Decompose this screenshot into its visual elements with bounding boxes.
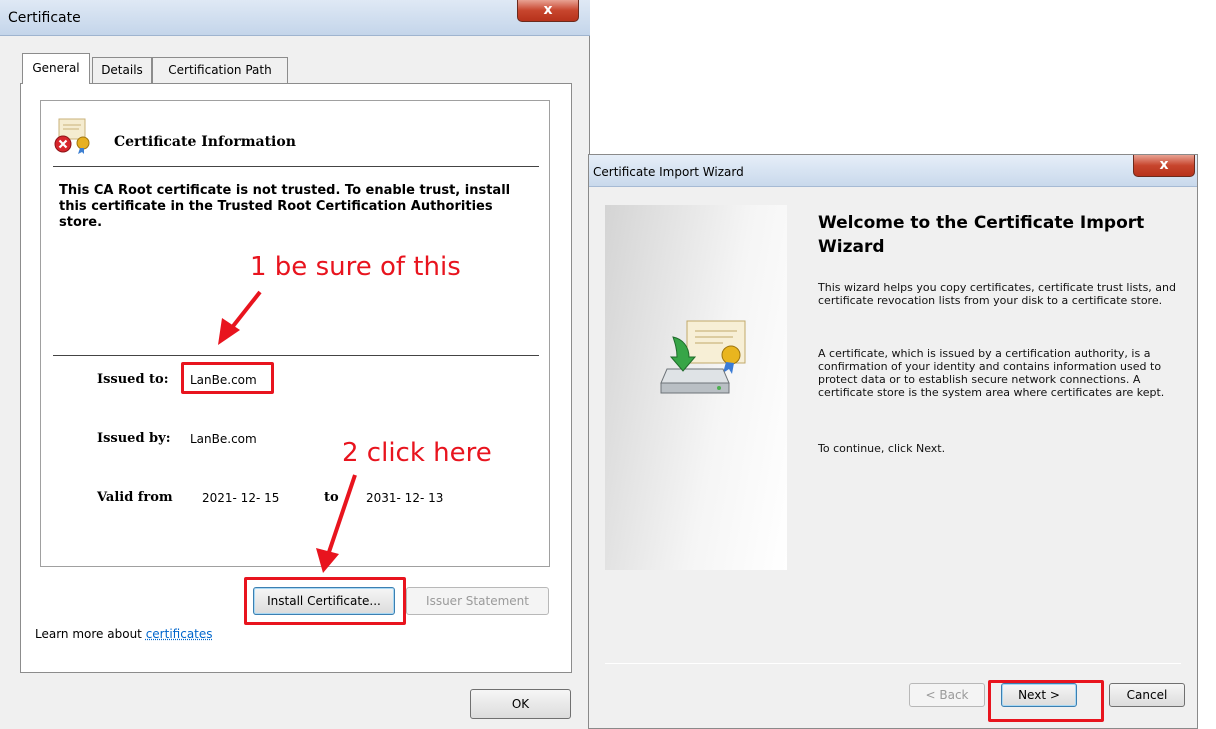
certificate-info-box: Certificate Information This CA Root cer… <box>40 100 550 567</box>
wizard-title: Certificate Import Wizard <box>593 165 744 179</box>
wizard-heading: Welcome to the Certificate Import Wizard <box>818 213 1145 257</box>
highlight-next-button <box>988 680 1104 722</box>
wizard-side-panel <box>605 205 787 570</box>
valid-to-label: to <box>324 490 339 505</box>
issued-by-label: Issued by: <box>97 431 171 446</box>
issuer-statement-button[interactable]: Issuer Statement <box>406 587 549 615</box>
ok-button[interactable]: OK <box>470 689 571 719</box>
wizard-paragraph-2: A certificate, which is issued by a cert… <box>818 347 1165 399</box>
tab-certification-path[interactable]: Certification Path <box>152 57 288 83</box>
certificate-error-icon <box>54 118 90 154</box>
certificate-titlebar: Certificate x <box>0 0 590 36</box>
learn-more-text: Learn more about certificates <box>35 627 213 641</box>
wizard-paragraph-3: To continue, click Next. <box>818 442 946 455</box>
certificate-import-icon <box>660 320 746 394</box>
wizard-separator <box>605 663 1181 664</box>
divider <box>53 166 539 167</box>
valid-from-value: 2021- 12- 15 <box>202 491 280 505</box>
issued-to-label: Issued to: <box>97 372 169 387</box>
tab-general[interactable]: General <box>22 53 90 84</box>
issued-by-value: LanBe.com <box>190 432 257 446</box>
divider <box>53 355 539 356</box>
annotation-note-1: 1 be sure of this <box>250 252 461 282</box>
valid-from-label: Valid from <box>97 490 173 505</box>
wizard-titlebar: Certificate Import Wizard x <box>589 155 1197 187</box>
annotation-note-2: 2 click here <box>342 438 492 468</box>
trust-warning-text: This CA Root certificate is not trusted.… <box>59 183 511 230</box>
back-button[interactable]: < Back <box>909 683 985 707</box>
learn-more-prefix: Learn more about <box>35 627 146 641</box>
wizard-close-button[interactable]: x <box>1133 155 1195 177</box>
highlight-install-button <box>244 577 406 625</box>
certificate-info-heading: Certificate Information <box>114 134 296 150</box>
tab-details[interactable]: Details <box>92 57 152 83</box>
cancel-button[interactable]: Cancel <box>1109 683 1185 707</box>
wizard-paragraph-1: This wizard helps you copy certificates,… <box>818 281 1176 307</box>
certificates-link[interactable]: certificates <box>146 627 213 641</box>
close-button[interactable]: x <box>517 0 579 22</box>
highlight-issued-to <box>181 362 274 394</box>
valid-to-value: 2031- 12- 13 <box>366 491 444 505</box>
import-wizard-window: Certificate Import Wizard x Welcome to t… <box>588 154 1198 729</box>
window-title: Certificate <box>8 10 81 26</box>
